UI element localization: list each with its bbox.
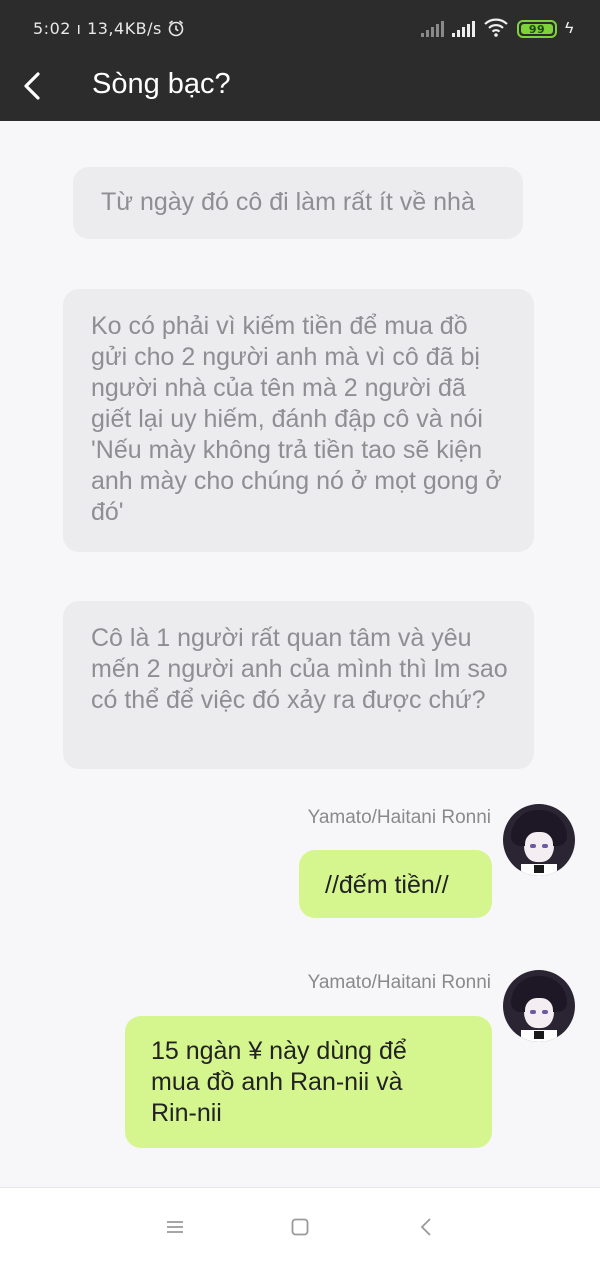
- system-nav-bar: [0, 1187, 600, 1267]
- signal-icon-2: [452, 21, 476, 37]
- message-text: Ko có phải vì kiếm tiền để mua đồ gửi ch…: [91, 312, 502, 526]
- sender-name: Yamato/Haitani Ronni: [307, 807, 491, 828]
- chevron-left-icon: [24, 72, 40, 100]
- wifi-icon: [483, 17, 509, 42]
- status-bar: 5:02 ı 13,4KB/s 99 ϟ: [0, 0, 600, 58]
- home-square-icon: [291, 1218, 309, 1236]
- avatar[interactable]: [503, 970, 575, 1042]
- page-title: Sòng bạc?: [92, 68, 231, 100]
- battery-icon: 99: [517, 20, 558, 38]
- menu-icon: [167, 1221, 183, 1233]
- status-separator: ı: [76, 19, 88, 38]
- charging-icon: ϟ: [565, 20, 574, 37]
- header: Sòng bạc?: [0, 58, 600, 121]
- network-speed: 13,4KB/s: [87, 19, 162, 38]
- back-nav-button[interactable]: [411, 1214, 441, 1240]
- avatar[interactable]: [503, 804, 575, 876]
- top-bar: 5:02 ı 13,4KB/s 99 ϟ Sòng bạc?: [0, 0, 600, 121]
- back-button[interactable]: [14, 66, 50, 106]
- battery-level: 99: [528, 22, 546, 36]
- message-text: Cô là 1 người rất quan tâm và yêu mến 2 …: [91, 624, 508, 714]
- alarm-icon: [167, 19, 185, 38]
- narration-bubble[interactable]: Từ ngày đó cô đi làm rất ít về nhà: [73, 167, 523, 239]
- message-text: 15 ngàn ¥ này dùng để mua đồ anh Ran-nii…: [151, 1037, 407, 1127]
- menu-button[interactable]: [160, 1214, 190, 1240]
- status-icons: 99 ϟ: [421, 18, 574, 40]
- back-triangle-icon: [420, 1218, 431, 1236]
- status-time: 5:02: [33, 19, 71, 38]
- message-text: //đếm tiền//: [325, 871, 449, 899]
- character-bubble[interactable]: //đếm tiền//: [299, 850, 492, 918]
- narration-bubble[interactable]: Cô là 1 người rất quan tâm và yêu mến 2 …: [63, 601, 534, 769]
- sender-name: Yamato/Haitani Ronni: [307, 972, 491, 993]
- message-text: Từ ngày đó cô đi làm rất ít về nhà: [101, 188, 475, 216]
- narration-bubble[interactable]: Ko có phải vì kiếm tiền để mua đồ gửi ch…: [63, 289, 534, 552]
- character-bubble[interactable]: 15 ngàn ¥ này dùng để mua đồ anh Ran-nii…: [125, 1016, 492, 1148]
- status-time-row: 5:02 ı 13,4KB/s: [33, 19, 185, 38]
- home-button[interactable]: [285, 1214, 315, 1240]
- signal-icon: [421, 21, 445, 37]
